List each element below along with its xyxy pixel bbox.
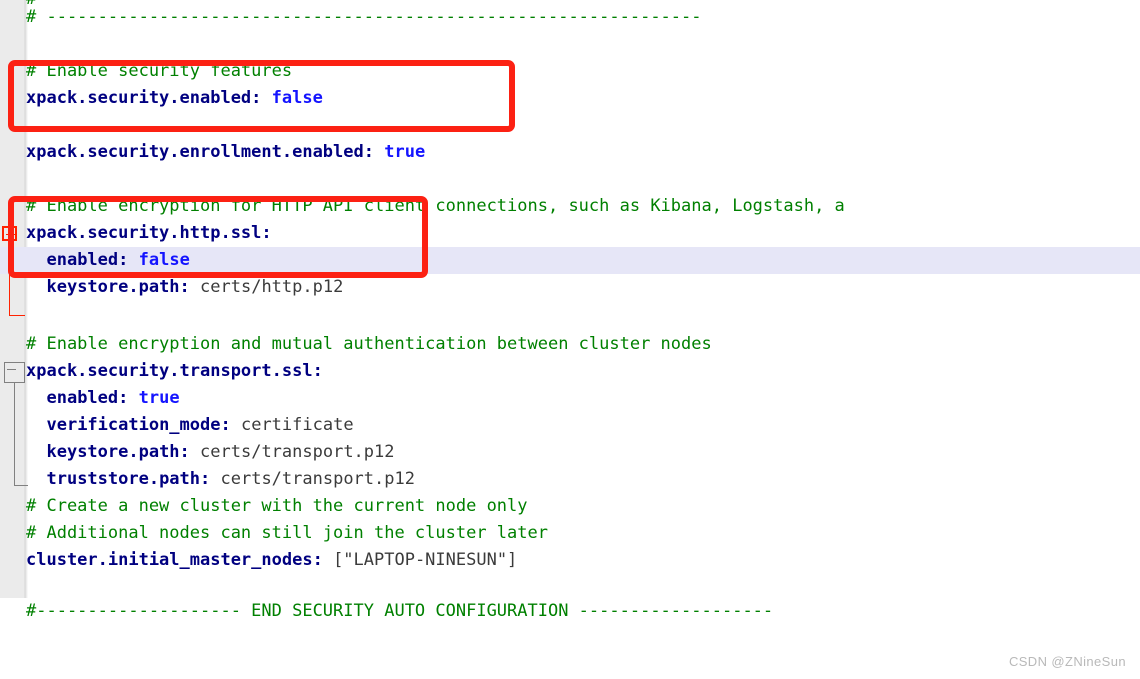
code-line-text: verification_mode: certificate	[26, 412, 354, 439]
code-line-text: xpack.security.http.ssl:	[26, 220, 272, 247]
code-line[interactable]: xpack.security.transport.ssl:	[0, 358, 1140, 385]
code-line-text: keystore.path: certs/http.p12	[26, 274, 343, 301]
yaml-value: false	[138, 250, 190, 270]
code-text-area[interactable]: # # ------------------------------------…	[0, 0, 1140, 679]
code-comment: # Additional nodes can still join the cl…	[26, 523, 548, 543]
yaml-key: enabled:	[46, 388, 129, 408]
yaml-key: cluster.initial_master_nodes:	[26, 550, 323, 570]
code-editor-window: # # ------------------------------------…	[0, 0, 1140, 679]
code-line-text: xpack.security.transport.ssl:	[26, 358, 323, 385]
watermark-text: CSDN @ZNineSun	[1008, 654, 1126, 669]
code-line[interactable]: # --------------------------------------…	[0, 4, 1140, 31]
code-line[interactable]: # Create a new cluster with the current …	[0, 493, 1140, 520]
code-line[interactable]: cluster.initial_master_nodes: ["LAPTOP-N…	[0, 547, 1140, 574]
code-line[interactable]: xpack.security.enrollment.enabled: true	[0, 139, 1140, 166]
code-line[interactable]: verification_mode: certificate	[0, 412, 1140, 439]
yaml-key: verification_mode:	[46, 415, 231, 435]
code-line-text: xpack.security.enabled: false	[26, 85, 323, 112]
code-comment: # Enable security features	[26, 61, 293, 81]
code-line[interactable]	[0, 112, 1140, 139]
code-line-text: # --------------------------------------…	[26, 7, 702, 27]
yaml-key: enabled:	[46, 250, 129, 270]
yaml-value: true	[384, 142, 426, 162]
fold-range-line-transport-ssl	[14, 383, 15, 485]
code-comment: # Create a new cluster with the current …	[26, 496, 528, 516]
code-comment: # Enable encryption and mutual authentic…	[26, 334, 712, 354]
yaml-value: true	[138, 388, 180, 408]
code-line-current[interactable]: enabled: false	[0, 247, 1140, 274]
yaml-key: xpack.security.enrollment.enabled:	[26, 142, 374, 162]
yaml-value: certs/transport.p12	[200, 442, 395, 462]
code-line[interactable]: # Additional nodes can still join the cl…	[0, 520, 1140, 547]
code-line[interactable]: # Enable security features	[0, 58, 1140, 85]
fold-toggle-http-ssl-icon[interactable]	[2, 226, 17, 241]
yaml-key: keystore.path:	[46, 442, 190, 462]
code-line[interactable]: truststore.path: certs/transport.p12	[0, 466, 1140, 493]
code-line-text: keystore.path: certs/transport.p12	[26, 439, 395, 466]
yaml-key: keystore.path:	[46, 277, 190, 297]
fold-range-line-http-ssl	[9, 241, 10, 315]
fold-range-end-transport-ssl	[14, 485, 28, 486]
code-line[interactable]: # Enable encryption and mutual authentic…	[0, 331, 1140, 358]
code-line[interactable]: xpack.security.http.ssl:	[0, 220, 1140, 247]
code-line[interactable]	[0, 31, 1140, 58]
code-comment: #-------------------- END SECURITY AUTO …	[26, 601, 774, 621]
code-line[interactable]: keystore.path: certs/http.p12	[0, 274, 1140, 301]
code-line-text: cluster.initial_master_nodes: ["LAPTOP-N…	[26, 547, 517, 574]
code-line[interactable]	[0, 301, 1140, 328]
code-comment: # Enable encryption for HTTP API client …	[26, 196, 845, 216]
fold-toggle-transport-ssl-icon[interactable]	[4, 362, 25, 383]
code-line-text: xpack.security.enrollment.enabled: true	[26, 139, 425, 166]
yaml-key: xpack.security.transport.ssl:	[26, 361, 323, 381]
yaml-value: false	[271, 88, 323, 108]
code-line-text: enabled: false	[26, 247, 190, 274]
code-line[interactable]	[0, 574, 1140, 601]
code-line[interactable]: #-------------------- END SECURITY AUTO …	[0, 598, 1140, 625]
code-line-text: truststore.path: certs/transport.p12	[26, 466, 415, 493]
yaml-value: certs/transport.p12	[220, 469, 415, 489]
code-line-text: enabled: true	[26, 385, 180, 412]
yaml-value: certificate	[240, 415, 354, 435]
fold-range-end-http-ssl	[9, 315, 25, 316]
yaml-value: certs/http.p12	[200, 277, 344, 297]
code-line[interactable]	[0, 166, 1140, 193]
yaml-key: xpack.security.http.ssl:	[26, 223, 272, 243]
yaml-value: ["LAPTOP-NINESUN"]	[333, 550, 518, 570]
code-line[interactable]: xpack.security.enabled: false	[0, 85, 1140, 112]
yaml-key: xpack.security.enabled:	[26, 88, 262, 108]
code-line[interactable]: # Enable encryption for HTTP API client …	[0, 193, 1140, 220]
code-line[interactable]: enabled: true	[0, 385, 1140, 412]
code-line[interactable]: keystore.path: certs/transport.p12	[0, 439, 1140, 466]
yaml-key: truststore.path:	[46, 469, 211, 489]
